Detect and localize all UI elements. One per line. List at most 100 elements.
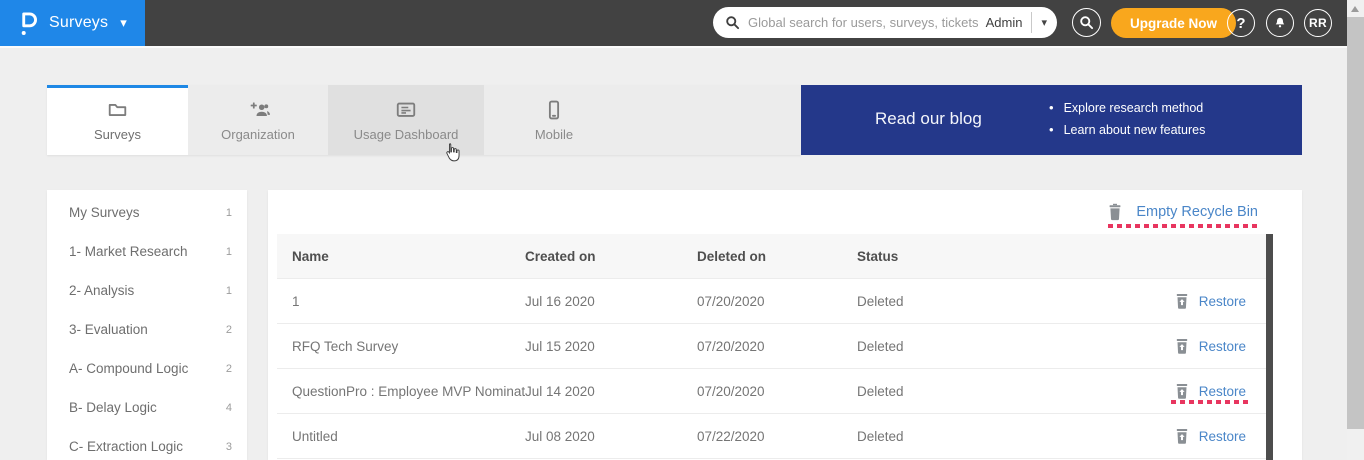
restore-button[interactable]: Restore <box>1174 293 1246 310</box>
folder-count: 3 <box>226 441 232 453</box>
restore-button[interactable]: Restore <box>1174 428 1246 445</box>
annotation-dotted-underline <box>1108 224 1259 228</box>
bell-icon <box>1273 16 1287 30</box>
status: Deleted <box>857 294 1032 309</box>
avatar[interactable]: RR <box>1304 9 1332 37</box>
folder-count: 1 <box>226 246 232 258</box>
tab-label: Mobile <box>535 127 573 142</box>
global-search-input[interactable] <box>748 15 986 30</box>
restore-trash-icon <box>1174 293 1190 310</box>
help-button[interactable]: ? <box>1227 9 1255 37</box>
search-scope-dropdown[interactable] <box>1041 16 1047 29</box>
restore-button[interactable]: Restore <box>1174 383 1246 400</box>
dashboard-card-icon <box>394 99 418 121</box>
banner-title: Read our blog <box>875 109 982 129</box>
status: Deleted <box>857 339 1032 354</box>
deleted-on: 07/20/2020 <box>697 339 857 354</box>
restore-trash-icon <box>1174 428 1190 445</box>
question-mark-icon: ? <box>1236 15 1245 32</box>
tab-organization[interactable]: Organization <box>188 85 328 155</box>
global-search: Admin <box>713 7 1057 38</box>
tab-label: Usage Dashboard <box>354 127 459 142</box>
table-row: QuestionPro : Employee MVP Nomination Ju… <box>277 369 1266 414</box>
topbar: Surveys Admin Upgrade Now ? RR <box>0 0 1347 46</box>
deleted-on: 07/20/2020 <box>697 294 857 309</box>
banner-bullets: Explore research method Learn about new … <box>1049 97 1205 141</box>
empty-recycle-bin-label: Empty Recycle Bin <box>1136 204 1258 220</box>
chevron-down-icon <box>120 15 127 31</box>
restore-label: Restore <box>1199 339 1246 354</box>
survey-name: RFQ Tech Survey <box>292 339 525 354</box>
restore-trash-icon <box>1174 338 1190 355</box>
smartphone-icon <box>543 99 565 121</box>
empty-recycle-bin-button[interactable]: Empty Recycle Bin <box>1107 203 1258 221</box>
folder-icon <box>106 99 129 121</box>
folder-count: 2 <box>226 363 232 375</box>
sidebar-item-extraction-logic[interactable]: C- Extraction Logic 3 <box>47 427 247 460</box>
topbar-underline <box>0 46 1347 48</box>
column-header-deleted: Deleted on <box>697 249 857 264</box>
main-tabs: Surveys Organization Usage Dashboard <box>47 85 801 155</box>
status: Deleted <box>857 429 1032 444</box>
product-label: Surveys <box>49 14 108 32</box>
created-on: Jul 08 2020 <box>525 429 697 444</box>
annotation-dotted-underline <box>1171 400 1248 404</box>
page-scrollbar[interactable] <box>1347 0 1364 460</box>
survey-name: QuestionPro : Employee MVP Nomination <box>292 384 525 399</box>
sidebar-item-analysis[interactable]: 2- Analysis 1 <box>47 271 247 310</box>
tab-label: Surveys <box>94 127 141 142</box>
table-row: 1 Jul 16 2020 07/20/2020 Deleted Rest <box>277 279 1266 324</box>
product-switcher[interactable]: Surveys <box>0 0 145 46</box>
banner-bullet: Explore research method <box>1049 97 1205 119</box>
tab-surveys[interactable]: Surveys <box>47 85 188 155</box>
folder-count: 1 <box>226 285 232 297</box>
folder-count: 1 <box>226 207 232 219</box>
avatar-initials: RR <box>1309 16 1327 30</box>
restore-label: Restore <box>1199 384 1246 399</box>
upgrade-now-button[interactable]: Upgrade Now <box>1111 8 1236 38</box>
recycle-bin-panel: Empty Recycle Bin Name Created on Delete… <box>268 190 1302 460</box>
sidebar-item-market-research[interactable]: 1- Market Research 1 <box>47 232 247 271</box>
table-row: RFQ Tech Survey Jul 15 2020 07/20/2020 D… <box>277 324 1266 369</box>
folder-count: 4 <box>226 402 232 414</box>
sidebar-item-my-surveys[interactable]: My Surveys 1 <box>47 193 247 232</box>
tab-usage-dashboard[interactable]: Usage Dashboard <box>328 85 484 155</box>
trash-icon <box>1107 203 1123 221</box>
column-header-name: Name <box>292 249 525 264</box>
sidebar-item-delay-logic[interactable]: B- Delay Logic 4 <box>47 388 247 427</box>
table-scrollbar-thumb[interactable] <box>1266 234 1273 460</box>
add-people-icon <box>246 99 271 121</box>
sidebar-item-evaluation[interactable]: 3- Evaluation 2 <box>47 310 247 349</box>
restore-label: Restore <box>1199 294 1246 309</box>
folder-count: 2 <box>226 324 232 336</box>
search-scope-label: Admin <box>986 15 1023 30</box>
deleted-on: 07/22/2020 <box>697 429 857 444</box>
notifications-button[interactable] <box>1266 9 1294 37</box>
folders-sidebar: My Surveys 1 1- Market Research 1 2- Ana… <box>47 190 247 460</box>
tab-label: Organization <box>221 127 295 142</box>
search-icon <box>725 15 740 30</box>
questionpro-logo-icon <box>18 10 39 37</box>
table-body: 1 Jul 16 2020 07/20/2020 Deleted Rest <box>277 279 1266 459</box>
table-row: Untitled Jul 08 2020 07/22/2020 Deleted <box>277 414 1266 459</box>
sidebar-item-compound-logic[interactable]: A- Compound Logic 2 <box>47 349 247 388</box>
blog-banner[interactable]: Read our blog Explore research method Le… <box>801 85 1302 155</box>
created-on: Jul 14 2020 <box>525 384 697 399</box>
tab-mobile[interactable]: Mobile <box>484 85 624 155</box>
column-header-status: Status <box>857 249 1032 264</box>
restore-label: Restore <box>1199 429 1246 444</box>
column-header-created: Created on <box>525 249 697 264</box>
restore-trash-icon <box>1174 383 1190 400</box>
table-header: Name Created on Deleted on Status <box>277 234 1266 279</box>
survey-name: Untitled <box>292 429 525 444</box>
deleted-on: 07/20/2020 <box>697 384 857 399</box>
search-button[interactable] <box>1072 8 1101 37</box>
divider <box>1031 12 1032 33</box>
restore-button[interactable]: Restore <box>1174 338 1246 355</box>
created-on: Jul 15 2020 <box>525 339 697 354</box>
scroll-up-arrow-icon[interactable] <box>1351 6 1359 12</box>
deleted-surveys-table: Name Created on Deleted on Status 1 Jul … <box>277 234 1266 459</box>
status: Deleted <box>857 384 1032 399</box>
page-scrollbar-thumb[interactable] <box>1347 17 1364 429</box>
banner-bullet: Learn about new features <box>1049 119 1205 141</box>
